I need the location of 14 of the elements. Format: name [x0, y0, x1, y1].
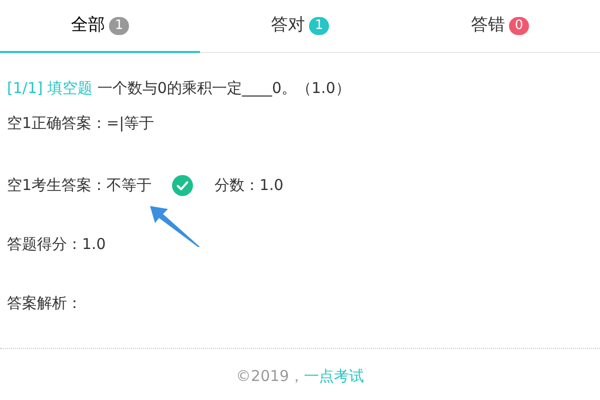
- question-text: [1/1] 填空题 一个数与0的乘积一定____0。（1.0）: [7, 78, 350, 99]
- total-score: 答题得分：1.0: [7, 234, 106, 255]
- correct-answer: 空1正确答案：=|等于: [7, 112, 154, 134]
- analysis-label: 答案解析：: [7, 292, 82, 314]
- count-badge: 1: [308, 17, 330, 35]
- tab[interactable]: 答对 1: [200, 0, 400, 52]
- count-badge: 1: [108, 16, 130, 34]
- student-answer: 空1考生答案：不等于: [7, 174, 152, 196]
- tab[interactable]: 答错 0: [400, 0, 600, 52]
- copyright-text: ©2019，: [236, 367, 304, 385]
- answer-score: 分数：1.0: [214, 174, 284, 196]
- tab[interactable]: 全部 1: [0, 0, 200, 53]
- annotation-arrow: [150, 206, 202, 248]
- count-badge: 0: [508, 17, 530, 35]
